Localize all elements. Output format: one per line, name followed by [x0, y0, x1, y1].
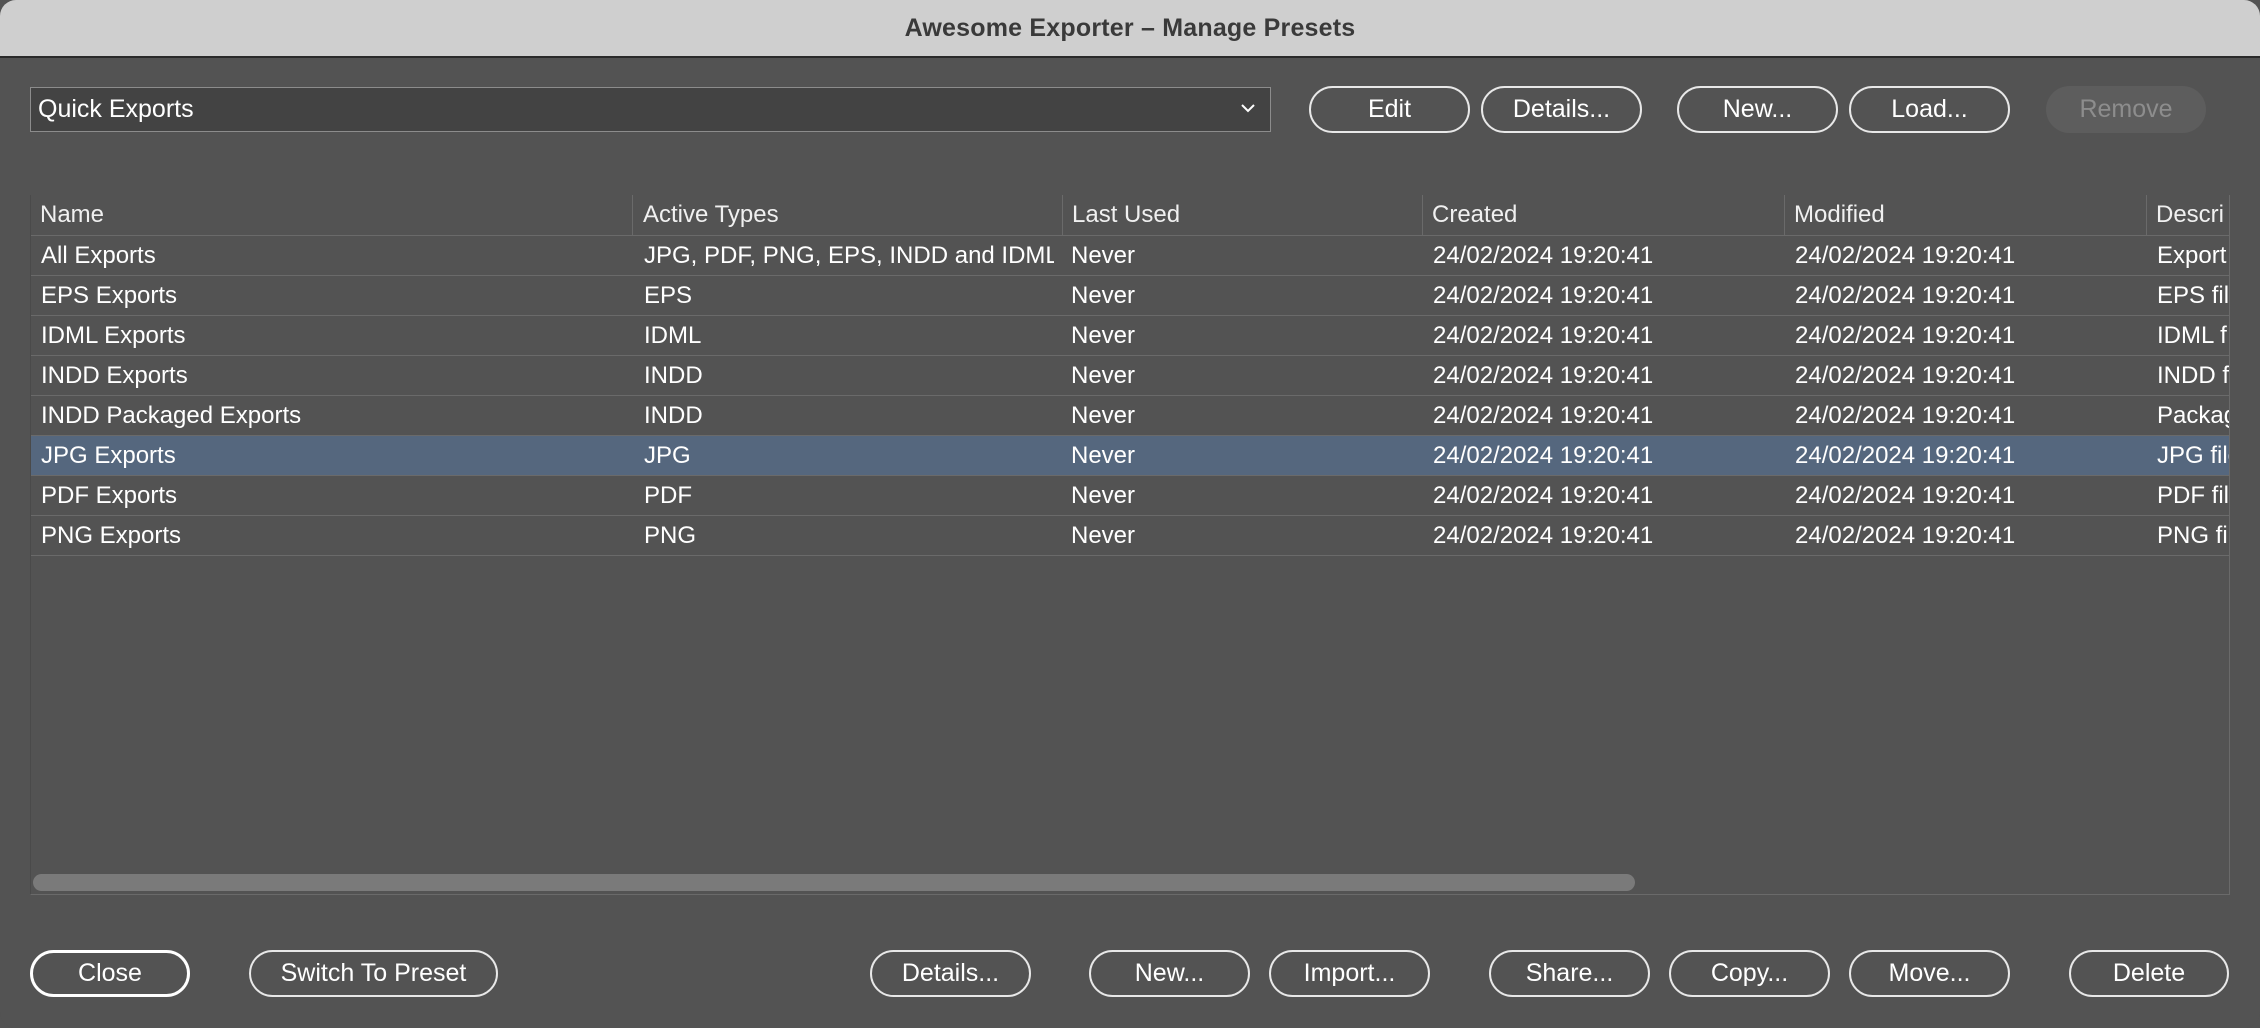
cell-created: 24/02/2024 19:20:41 — [1433, 282, 1654, 309]
edit-button[interactable]: Edit — [1309, 86, 1470, 133]
table-row[interactable]: All Exports JPG, PDF, PNG, EPS, INDD and… — [31, 236, 2229, 276]
cell-description: EPS file — [2157, 282, 2230, 309]
preset-group-dropdown[interactable]: Quick Exports — [30, 87, 1271, 132]
cell-description: INDD f — [2157, 362, 2229, 389]
horizontal-scrollbar[interactable] — [31, 871, 2229, 893]
cell-description: Export — [2157, 242, 2227, 269]
table-row-selected[interactable]: JPG Exports JPG Never 24/02/2024 19:20:4… — [31, 436, 2229, 476]
chevron-down-icon — [1241, 104, 1255, 113]
cell-active-types: IDML — [644, 322, 702, 349]
group-new-button[interactable]: New... — [1677, 86, 1838, 133]
cell-modified: 24/02/2024 19:20:41 — [1795, 322, 2016, 349]
cell-created: 24/02/2024 19:20:41 — [1433, 362, 1654, 389]
table-row[interactable]: EPS Exports EPS Never 24/02/2024 19:20:4… — [31, 276, 2230, 316]
cell-description: PDF fil — [2157, 482, 2229, 509]
preset-new-button[interactable]: New... — [1089, 950, 1250, 997]
copy-button[interactable]: Copy... — [1669, 950, 1830, 997]
window-title: Awesome Exporter – Manage Presets — [904, 13, 1356, 42]
cell-last-used: Never — [1071, 242, 1136, 269]
cell-created: 24/02/2024 19:20:41 — [1433, 482, 1654, 509]
column-header-name[interactable]: Name — [40, 195, 640, 235]
cell-description: JPG file — [2157, 442, 2229, 469]
cell-created: 24/02/2024 19:20:41 — [1433, 402, 1654, 429]
cell-modified: 24/02/2024 19:20:41 — [1795, 402, 2016, 429]
load-button[interactable]: Load... — [1849, 86, 2010, 133]
column-header-last-used[interactable]: Last Used — [1062, 195, 1412, 235]
cell-last-used: Never — [1071, 322, 1136, 349]
cell-name: INDD Packaged Exports — [41, 402, 302, 429]
cell-description: IDML f — [2157, 322, 2227, 349]
cell-last-used: Never — [1071, 402, 1136, 429]
presets-table: Name Active Types Last Used Created Modi… — [30, 195, 2230, 895]
cell-modified: 24/02/2024 19:20:41 — [1795, 282, 2016, 309]
remove-button[interactable]: Remove — [2046, 86, 2206, 133]
switch-to-preset-button[interactable]: Switch To Preset — [249, 950, 498, 997]
cell-name: EPS Exports — [41, 282, 178, 309]
cell-description: PNG fi — [2157, 522, 2228, 549]
move-button[interactable]: Move... — [1849, 950, 2010, 997]
cell-name: IDML Exports — [41, 322, 186, 349]
manage-presets-dialog: Awesome Exporter – Manage Presets Quick … — [0, 0, 2260, 1028]
column-header-description[interactable]: Descri — [2146, 195, 2229, 235]
cell-name: All Exports — [41, 242, 156, 269]
delete-button[interactable]: Delete — [2069, 950, 2229, 997]
share-button[interactable]: Share... — [1489, 950, 1650, 997]
cell-active-types: INDD — [644, 362, 703, 389]
cell-active-types: JPG, PDF, PNG, EPS, INDD and IDML — [644, 242, 1054, 269]
table-header: Name Active Types Last Used Created Modi… — [31, 195, 2229, 236]
cell-name: INDD Exports — [41, 362, 188, 389]
cell-active-types: JPG — [644, 442, 691, 469]
cell-active-types: EPS — [644, 282, 693, 309]
cell-name: PNG Exports — [41, 522, 182, 549]
cell-name: PDF Exports — [41, 482, 178, 509]
cell-last-used: Never — [1071, 282, 1136, 309]
cell-modified: 24/02/2024 19:20:41 — [1795, 482, 2016, 509]
preset-details-button[interactable]: Details... — [870, 950, 1031, 997]
table-row[interactable]: INDD Packaged Exports INDD Never 24/02/2… — [31, 396, 2230, 436]
cell-last-used: Never — [1071, 362, 1136, 389]
cell-active-types: INDD — [644, 402, 703, 429]
import-button[interactable]: Import... — [1269, 950, 1430, 997]
column-header-created[interactable]: Created — [1422, 195, 1782, 235]
column-header-modified[interactable]: Modified — [1784, 195, 2144, 235]
close-button[interactable]: Close — [30, 950, 190, 997]
cell-last-used: Never — [1071, 442, 1136, 469]
cell-modified: 24/02/2024 19:20:41 — [1795, 362, 2016, 389]
cell-created: 24/02/2024 19:20:41 — [1433, 242, 1654, 269]
cell-created: 24/02/2024 19:20:41 — [1433, 322, 1654, 349]
cell-name: JPG Exports — [41, 442, 176, 469]
cell-modified: 24/02/2024 19:20:41 — [1795, 442, 2016, 469]
table-row[interactable]: IDML Exports IDML Never 24/02/2024 19:20… — [31, 316, 2229, 356]
preset-group-selected: Quick Exports — [38, 95, 194, 123]
cell-description: Packag — [2157, 402, 2230, 429]
column-header-active-types[interactable]: Active Types — [632, 195, 1063, 235]
table-body: All Exports JPG, PDF, PNG, EPS, INDD and… — [31, 236, 2230, 556]
table-row[interactable]: PDF Exports PDF Never 24/02/2024 19:20:4… — [31, 476, 2229, 516]
title-bar: Awesome Exporter – Manage Presets — [0, 0, 2260, 58]
cell-created: 24/02/2024 19:20:41 — [1433, 522, 1654, 549]
cell-modified: 24/02/2024 19:20:41 — [1795, 242, 2016, 269]
table-row[interactable]: PNG Exports PNG Never 24/02/2024 19:20:4… — [31, 516, 2229, 556]
cell-last-used: Never — [1071, 522, 1136, 549]
group-details-button[interactable]: Details... — [1481, 86, 1642, 133]
cell-active-types: PDF — [644, 482, 692, 509]
scrollbar-thumb[interactable] — [33, 874, 1635, 891]
cell-active-types: PNG — [644, 522, 697, 549]
cell-modified: 24/02/2024 19:20:41 — [1795, 522, 2016, 549]
cell-last-used: Never — [1071, 482, 1136, 509]
table-row[interactable]: INDD Exports INDD Never 24/02/2024 19:20… — [31, 356, 2229, 396]
cell-created: 24/02/2024 19:20:41 — [1433, 442, 1654, 469]
